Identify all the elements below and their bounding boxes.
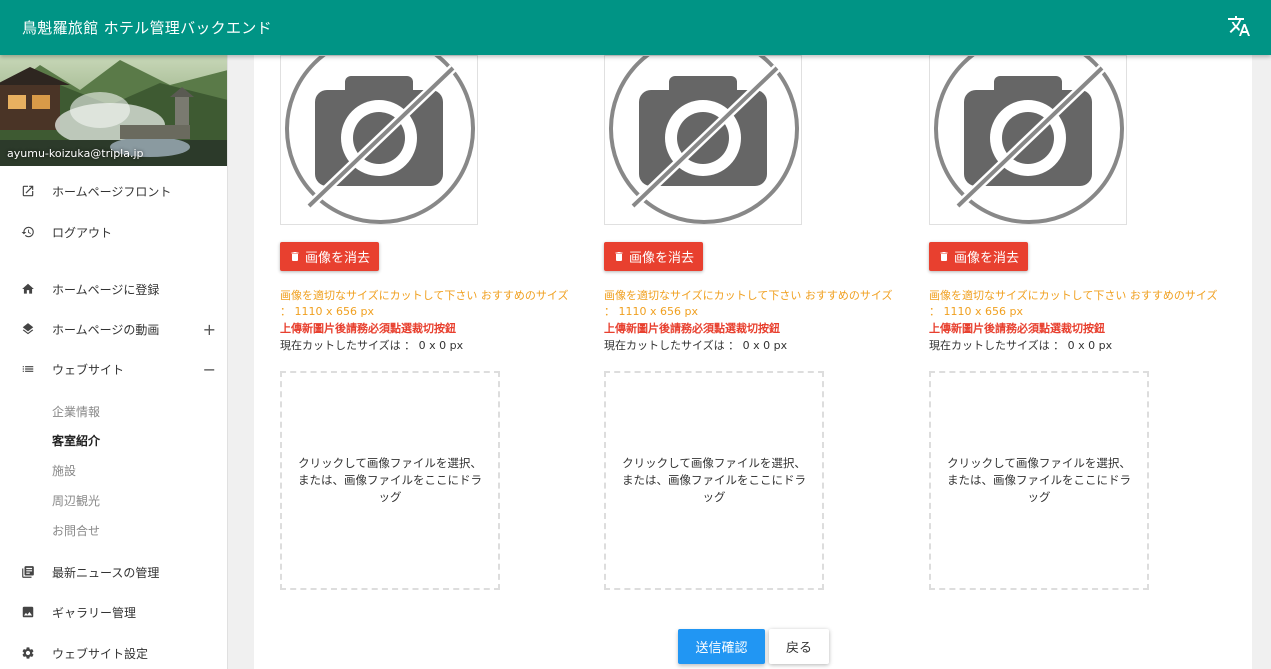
expand-plus-icon[interactable]: +: [203, 320, 216, 339]
drop-zone-text: クリックして画像ファイルを選択、または、画像ファイルをここにドラッグ: [947, 456, 1131, 504]
nav-item-homepage-video[interactable]: ホームページの動画 +: [0, 309, 227, 349]
nav-item-label: ウェブサイト: [52, 362, 125, 377]
sub-item-rooms[interactable]: 客室紹介: [52, 432, 100, 449]
image-preview: [280, 55, 478, 225]
nav-item-label: ギャラリー管理: [52, 605, 137, 620]
top-app-bar: 鳥魁羅旅館 ホテル管理バックエンド: [0, 0, 1271, 55]
image-preview: [604, 55, 802, 225]
nav-item-label: ログアウト: [52, 225, 113, 240]
nav-item-homepage-register[interactable]: ホームページに登録: [0, 269, 227, 309]
size-hint: 画像を適切なサイズにカットして下さい おすすめのサイズ ： 1110 x 656…: [280, 289, 569, 318]
user-email: ayumu-koizuka@tripla.jp: [7, 147, 144, 160]
form-actions: 送信確認 戻る: [678, 629, 829, 664]
file-drop-zone[interactable]: クリックして画像ファイルを選択、または、画像ファイルをここにドラッグ: [604, 371, 824, 590]
sub-item-company-info[interactable]: 企業情報: [52, 403, 100, 420]
open-in-new-icon: [20, 183, 36, 199]
nav-item-label: ウェブサイト設定: [52, 646, 149, 661]
crop-warning: 上傳新圖片後請務必須點選裁切按鈕: [604, 322, 780, 335]
trash-icon: [940, 252, 948, 261]
sub-item-facilities[interactable]: 施設: [52, 462, 76, 479]
app-title: 鳥魁羅旅館 ホテル管理バックエンド: [22, 19, 272, 37]
submit-confirm-button[interactable]: 送信確認: [678, 629, 765, 664]
history-icon: [20, 224, 36, 240]
nav-item-website-settings[interactable]: ウェブサイト設定: [0, 633, 227, 669]
sidebar-hero-image: ayumu-koizuka@tripla.jp: [0, 55, 227, 166]
no-camera-icon: [934, 56, 1124, 224]
delete-image-label: 画像を消去: [629, 251, 695, 266]
delete-image-button[interactable]: 画像を消去: [280, 242, 380, 271]
no-camera-icon: [285, 56, 475, 224]
size-hint: 画像を適切なサイズにカットして下さい おすすめのサイズ ： 1110 x 656…: [604, 289, 893, 318]
current-size: 現在カットしたサイズは ： 0 x 0 px: [280, 339, 464, 352]
layers-icon: [20, 321, 36, 337]
collapse-minus-icon[interactable]: −: [203, 360, 216, 379]
library-books-icon: [20, 564, 36, 580]
main-content: 画像を消去 画像を適切なサイズにカットして下さい おすすめのサイズ ： 1110…: [254, 55, 1252, 669]
nav-item-news[interactable]: 最新ニュースの管理: [0, 552, 227, 592]
trash-icon: [615, 252, 623, 261]
nav-item-website[interactable]: ウェブサイト −: [0, 349, 227, 389]
crop-warning: 上傳新圖片後請務必須點選裁切按鈕: [929, 322, 1105, 335]
size-hint: 画像を適切なサイズにカットして下さい おすすめのサイズ ： 1110 x 656…: [929, 289, 1218, 318]
delete-image-label: 画像を消去: [305, 251, 371, 266]
translate-icon[interactable]: [1227, 14, 1251, 38]
sub-item-sightseeing[interactable]: 周辺観光: [52, 492, 100, 509]
delete-image-button[interactable]: 画像を消去: [604, 242, 704, 271]
nav-item-homepage-front[interactable]: ホームページフロント: [0, 171, 227, 211]
nav-item-label: ホームページフロント: [52, 184, 172, 199]
image-preview: [929, 55, 1127, 225]
file-drop-zone[interactable]: クリックして画像ファイルを選択、または、画像ファイルをここにドラッグ: [929, 371, 1149, 590]
sidebar: ayumu-koizuka@tripla.jp ホームページフロント ログアウト…: [0, 55, 228, 669]
trash-icon: [291, 252, 299, 261]
list-icon: [20, 361, 36, 377]
drop-zone-text: クリックして画像ファイルを選択、または、画像ファイルをここにドラッグ: [622, 456, 806, 504]
nav-item-label: ホームページの動画: [52, 322, 160, 337]
drop-zone-text: クリックして画像ファイルを選択、または、画像ファイルをここにドラッグ: [298, 456, 482, 504]
delete-image-button[interactable]: 画像を消去: [929, 242, 1029, 271]
image-icon: [20, 604, 36, 620]
sub-item-contact[interactable]: お問合せ: [52, 522, 100, 539]
gear-icon: [20, 645, 36, 661]
nav-item-label: ホームページに登録: [52, 282, 160, 297]
file-drop-zone[interactable]: クリックして画像ファイルを選択、または、画像ファイルをここにドラッグ: [280, 371, 500, 590]
no-camera-icon: [609, 56, 799, 224]
current-size: 現在カットしたサイズは ： 0 x 0 px: [604, 339, 788, 352]
home-icon: [20, 281, 36, 297]
delete-image-label: 画像を消去: [954, 251, 1020, 266]
nav-item-gallery[interactable]: ギャラリー管理: [0, 592, 227, 632]
nav-item-label: 最新ニュースの管理: [52, 565, 160, 580]
back-button[interactable]: 戻る: [769, 629, 829, 664]
crop-warning: 上傳新圖片後請務必須點選裁切按鈕: [280, 322, 456, 335]
nav-item-logout[interactable]: ログアウト: [0, 212, 227, 252]
current-size: 現在カットしたサイズは ： 0 x 0 px: [929, 339, 1113, 352]
